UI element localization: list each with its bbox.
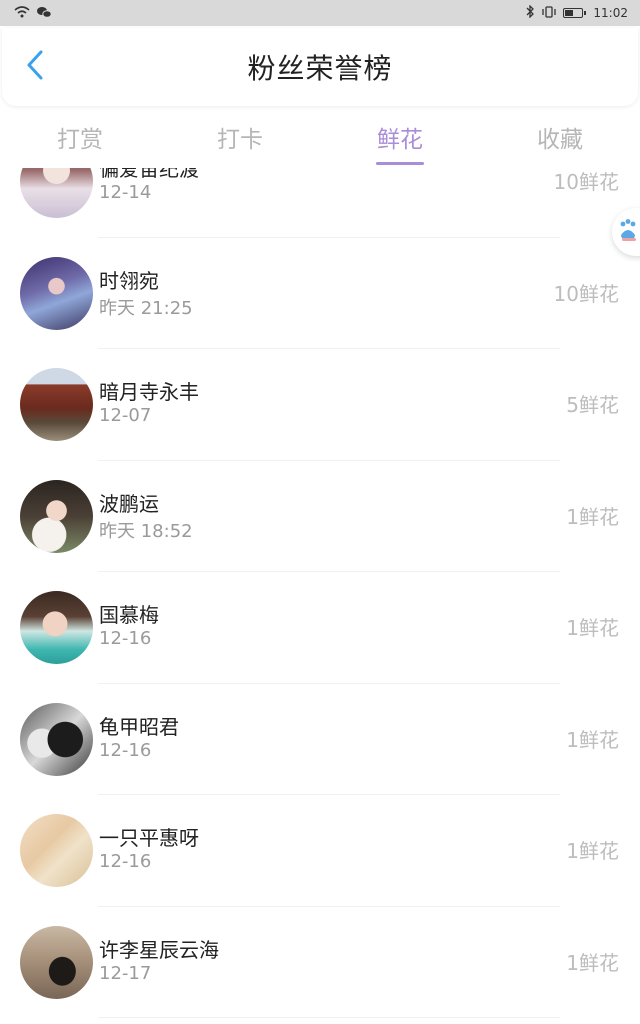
avatar xyxy=(20,256,93,330)
list-item[interactable]: 偏爱宙纪渡 12-14 10鲜花 xyxy=(0,168,640,238)
fan-time: 12-14 xyxy=(99,182,152,203)
fan-list[interactable]: 偏爱宙纪渡 12-14 10鲜花 时翎宛 昨天 21:25 10鲜花 暗月寺永丰… xyxy=(0,168,640,1024)
baidu-paw-icon xyxy=(618,218,640,246)
fan-name: 时翎宛 xyxy=(99,268,159,293)
status-time: 11:02 xyxy=(593,6,628,20)
fan-time: 昨天 21:25 xyxy=(99,297,193,319)
fan-time: 12-07 xyxy=(99,405,152,426)
flower-count: 1鲜花 xyxy=(566,839,619,863)
flower-count: 1鲜花 xyxy=(566,950,619,975)
tab-underline xyxy=(216,162,264,165)
list-item[interactable]: 时翎宛 昨天 21:25 10鲜花 xyxy=(0,238,640,349)
tab-label: 鲜花 xyxy=(377,127,423,153)
list-item[interactable]: 波鹏运 昨天 18:52 1鲜花 xyxy=(0,461,640,572)
avatar xyxy=(20,368,93,441)
flower-count: 5鲜花 xyxy=(566,393,619,417)
wifi-icon xyxy=(14,5,30,21)
tab-bar: 打赏 打卡 鲜花 收藏 xyxy=(0,108,640,168)
avatar xyxy=(20,591,93,664)
fan-name: 波鹏运 xyxy=(99,491,159,516)
fan-name: 偏爱宙纪渡 xyxy=(99,168,199,181)
tab-tip[interactable]: 打赏 xyxy=(0,108,160,168)
status-bar-left xyxy=(14,5,52,21)
list-item[interactable]: 龟甲昭君 12-16 1鲜花 xyxy=(0,684,640,795)
wechat-icon xyxy=(36,6,52,21)
vibrate-icon xyxy=(541,5,557,21)
bluetooth-icon xyxy=(525,4,535,21)
avatar xyxy=(20,702,93,776)
flower-count: 1鲜花 xyxy=(566,616,619,640)
chevron-left-icon xyxy=(26,50,44,84)
tab-label: 打赏 xyxy=(57,127,103,153)
fan-time: 12-16 xyxy=(99,628,152,649)
fan-name: 暗月寺永丰 xyxy=(99,380,199,404)
flower-count: 10鲜花 xyxy=(553,170,619,194)
tab-label: 收藏 xyxy=(537,127,583,153)
flower-count: 1鲜花 xyxy=(566,727,619,752)
page-header: 粉丝荣誉榜 xyxy=(2,28,638,106)
tab-label: 打卡 xyxy=(217,127,263,153)
list-item[interactable]: 一只平惠呀 12-16 1鲜花 xyxy=(0,795,640,907)
tab-favorites[interactable]: 收藏 xyxy=(480,108,640,168)
fan-time: 昨天 18:52 xyxy=(99,520,193,542)
back-button[interactable] xyxy=(20,50,50,84)
battery-icon xyxy=(563,8,587,18)
status-bar: 11:02 xyxy=(0,0,640,26)
avatar xyxy=(20,168,93,218)
tab-underline xyxy=(536,162,584,165)
list-item[interactable]: 国慕梅 12-16 1鲜花 xyxy=(0,572,640,684)
flower-count: 1鲜花 xyxy=(566,504,619,529)
flower-count: 10鲜花 xyxy=(553,281,619,306)
avatar xyxy=(20,925,93,999)
tab-underline-active xyxy=(376,162,424,165)
list-item[interactable]: 暗月寺永丰 12-07 5鲜花 xyxy=(0,349,640,461)
fan-time: 12-17 xyxy=(99,962,152,984)
divider xyxy=(98,1017,560,1018)
fan-name: 许李星辰云海 xyxy=(99,937,219,962)
fan-time: 12-16 xyxy=(99,739,152,761)
tab-checkin[interactable]: 打卡 xyxy=(160,108,320,168)
fan-name: 国慕梅 xyxy=(99,603,159,627)
avatar xyxy=(20,814,93,887)
tab-underline xyxy=(56,162,104,165)
tab-flowers[interactable]: 鲜花 xyxy=(320,108,480,168)
avatar xyxy=(20,479,93,553)
page-title: 粉丝荣誉榜 xyxy=(247,52,393,85)
list-item[interactable]: 许李星辰云海 12-17 1鲜花 xyxy=(0,907,640,1018)
fan-name: 一只平惠呀 xyxy=(99,826,199,850)
status-bar-right: 11:02 xyxy=(525,4,628,21)
fan-name: 龟甲昭君 xyxy=(99,714,179,739)
fan-time: 12-16 xyxy=(99,851,152,872)
